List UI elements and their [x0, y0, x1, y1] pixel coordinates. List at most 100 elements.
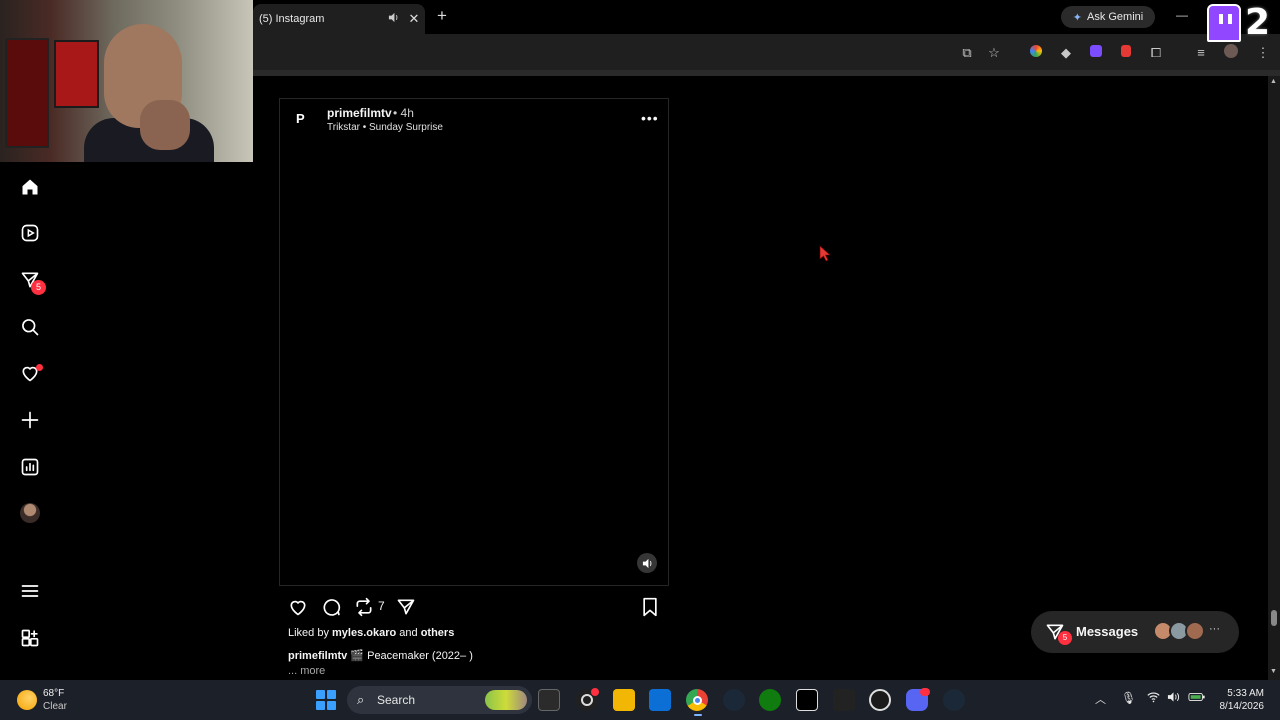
media-control-icon[interactable]: ≡ — [1192, 44, 1210, 62]
grid-icon — [21, 629, 39, 647]
sidebar-item-profile[interactable] — [18, 501, 42, 525]
browser-menu-icon[interactable]: ⋮ — [1254, 44, 1272, 62]
bookmark-icon — [643, 597, 657, 617]
battery-icon[interactable] — [1188, 691, 1206, 706]
close-tab-icon[interactable]: ✕ — [403, 11, 425, 27]
sidebar-item-dashboard[interactable] — [18, 455, 42, 479]
liked-by-prefix: Liked by — [288, 627, 333, 639]
extensions-puzzle-icon[interactable]: ⧠ — [1147, 44, 1165, 62]
page-top-strip — [253, 70, 1280, 76]
avatar — [1185, 621, 1205, 641]
reels-icon — [21, 224, 39, 242]
weather-condition[interactable]: Clear — [43, 701, 67, 712]
scroll-up-icon[interactable]: ▲ — [1270, 78, 1277, 85]
extension-red-icon[interactable] — [1117, 44, 1135, 62]
chrome-icon[interactable] — [686, 689, 708, 711]
liked-by-text: Liked by myles.okaro and others — [288, 627, 454, 639]
messages-drawer-button[interactable]: 5 Messages ··· — [1031, 611, 1239, 653]
liked-by-middle: and — [396, 627, 421, 639]
home-icon — [22, 179, 38, 195]
ask-gemini-button[interactable]: ✦ Ask Gemini — [1061, 6, 1155, 28]
file-explorer-icon[interactable] — [613, 689, 635, 711]
taskbar-search-label: Search — [377, 693, 416, 707]
taskbar-search[interactable]: ⌕ Search — [347, 686, 532, 714]
start-button[interactable] — [316, 690, 336, 710]
search-highlight-image — [485, 690, 527, 710]
like-button[interactable] — [287, 596, 309, 618]
clock-time[interactable]: 5:33 AM — [1226, 688, 1264, 699]
weather-moon-icon[interactable] — [17, 690, 37, 710]
messages-badge: 5 — [31, 280, 46, 295]
post-more-options-icon[interactable]: ••• — [641, 110, 659, 126]
twitch-viewer-count: 2 — [1245, 2, 1271, 43]
heart-icon — [290, 600, 306, 616]
liked-by-user[interactable]: myles.okaro — [332, 627, 396, 639]
post-caption: primefilmtv 🎬 Peacemaker (2022– ) — [288, 649, 473, 662]
share-icon — [397, 599, 415, 615]
messages-label: Messages — [1076, 624, 1139, 639]
sidebar-item-search[interactable] — [18, 315, 42, 339]
repost-icon — [356, 597, 372, 617]
sidebar-item-create[interactable] — [18, 408, 42, 432]
liked-by-others[interactable]: others — [421, 627, 455, 639]
ubisoft-icon[interactable] — [869, 689, 891, 711]
minimize-window-button[interactable]: — — [1176, 8, 1192, 22]
sidebar-item-reels[interactable] — [18, 221, 42, 245]
7zip-icon[interactable] — [796, 689, 818, 711]
messages-count-badge: 5 — [1058, 631, 1072, 645]
epic-games-icon[interactable] — [833, 689, 855, 711]
steam-icon[interactable] — [943, 689, 965, 711]
extension-purple-icon[interactable] — [1087, 44, 1105, 62]
steam-icon[interactable] — [723, 689, 745, 711]
scroll-down-icon[interactable]: ▼ — [1270, 668, 1277, 675]
ask-gemini-label: Ask Gemini — [1086, 11, 1144, 23]
microsoft-store-icon[interactable] — [649, 689, 671, 711]
caption-username[interactable]: primefilmtv — [288, 650, 347, 662]
new-tab-button[interactable]: + — [432, 7, 452, 27]
page-scrollbar[interactable]: ▲ ▼ — [1268, 76, 1280, 680]
comment-icon — [323, 599, 341, 616]
sidebar-item-also-from-meta[interactable] — [18, 626, 42, 650]
post-timestamp: • 4h — [393, 106, 414, 120]
caption-more-link[interactable]: ... more — [288, 665, 325, 677]
share-button[interactable] — [395, 596, 417, 618]
profile-avatar-icon[interactable] — [1222, 44, 1240, 62]
gemini-sparkle-icon: ✦ — [1072, 11, 1082, 24]
caption-text: 🎬 Peacemaker (2022– ) — [347, 650, 473, 662]
wifi-icon[interactable] — [1147, 691, 1160, 706]
tray-overflow-icon[interactable]: ︿ — [1095, 691, 1106, 707]
microphone-icon[interactable]: 🎙 — [1121, 691, 1136, 705]
post-author-avatar[interactable]: P — [296, 111, 312, 127]
post-media[interactable] — [279, 98, 669, 586]
post-username[interactable]: primefilmtv — [327, 106, 392, 120]
search-icon — [22, 319, 39, 336]
browser-tab-instagram[interactable]: (5) Instagram ✕ — [253, 4, 425, 34]
twitch-overlay: 2 — [1203, 2, 1279, 46]
xbox-icon[interactable] — [759, 689, 781, 711]
windows-taskbar — [0, 680, 1280, 720]
task-view-icon[interactable] — [538, 689, 560, 711]
save-button[interactable] — [639, 596, 661, 618]
weather-temperature[interactable]: 68°F — [43, 688, 64, 699]
scrollbar-thumb[interactable] — [1271, 610, 1277, 626]
comment-button[interactable] — [320, 596, 342, 618]
twitch-logo-icon — [1207, 4, 1241, 42]
sidebar-item-home[interactable] — [18, 175, 42, 199]
bookmark-star-icon[interactable]: ☆ — [985, 44, 1003, 62]
extension-color-icon[interactable] — [1027, 44, 1045, 62]
audio-toggle-button[interactable] — [637, 553, 657, 573]
sidebar-item-more[interactable] — [18, 579, 42, 603]
extension-diamond-icon[interactable]: ◆ — [1057, 44, 1075, 62]
install-app-icon[interactable]: ⧉ — [958, 44, 976, 62]
speaker-icon[interactable] — [383, 12, 403, 26]
volume-icon[interactable] — [1167, 691, 1180, 706]
discord-badge — [920, 688, 930, 696]
mouse-cursor-icon — [819, 245, 831, 262]
chart-icon — [21, 458, 39, 476]
repost-button[interactable] — [353, 596, 375, 618]
clock-date[interactable]: 8/14/2026 — [1212, 701, 1265, 712]
wall-poster — [54, 40, 99, 108]
post-audio-attribution[interactable]: Trikstar • Sunday Surprise — [327, 122, 443, 133]
repost-count: 7 — [378, 599, 385, 613]
tab-title: (5) Instagram — [259, 13, 325, 25]
